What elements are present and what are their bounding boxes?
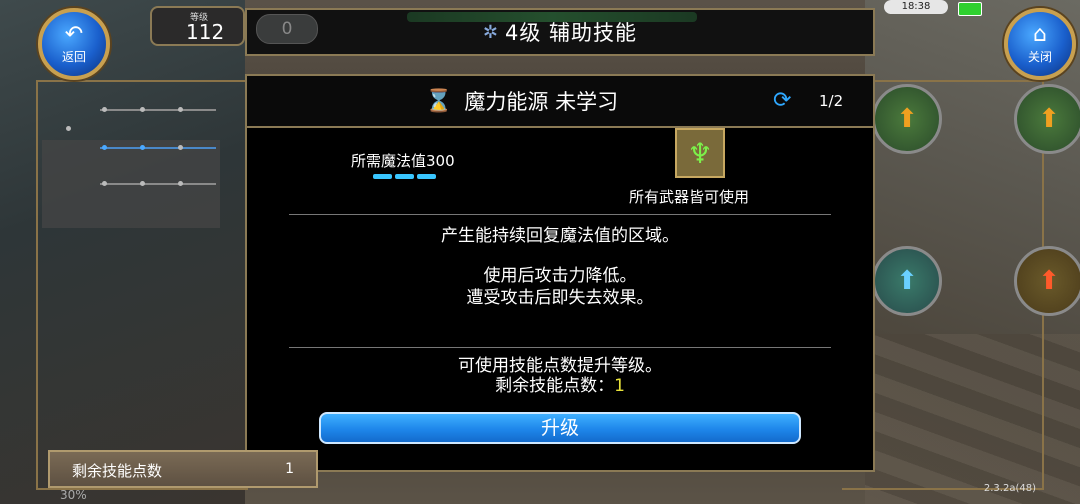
level-box: 等级 112 <box>150 6 245 46</box>
page-indicator: 1/2 <box>819 92 844 110</box>
page-title-text: 4级 辅助技能 <box>505 21 638 45</box>
description-line: 遭受攻击后即失去效果。 <box>466 288 654 308</box>
skill-tree-line <box>100 109 216 111</box>
skill-tree-node[interactable] <box>140 107 145 112</box>
skill-name: 魔力能源 未学习 <box>464 90 619 114</box>
dialog-header: ⌛ 魔力能源 未学习 ⟳ 1/2 <box>247 76 873 128</box>
percent-text: 30% <box>60 488 87 502</box>
skill-tree-node[interactable] <box>102 107 107 112</box>
skill-icon-buff[interactable]: ⬆ <box>1014 246 1080 316</box>
page-title: ✲ 4级 辅助技能 <box>483 17 637 47</box>
mp-bars <box>373 174 436 179</box>
skill-tree-node[interactable] <box>178 181 183 186</box>
skill-tree-node[interactable] <box>140 181 145 186</box>
level-value: 112 <box>186 20 225 44</box>
description-line: 产生能持续回复魔法值的区域。 <box>441 226 679 246</box>
remaining-points-label: 剩余技能点数： <box>495 376 615 396</box>
divider <box>289 347 831 348</box>
skill-tree-node[interactable] <box>102 145 107 150</box>
skill-icon-buff[interactable]: ⬆ <box>872 84 942 154</box>
back-arrow-icon: ↶ <box>64 21 84 47</box>
close-button-label: 关闭 <box>1027 49 1052 64</box>
battery-icon <box>958 2 982 16</box>
skill-tree-line <box>100 147 216 149</box>
mp-requirement: 所需魔法值300 <box>351 152 455 170</box>
clock: 18:38 <box>884 0 948 14</box>
skill-icon-buff[interactable]: ⬆ <box>872 246 942 316</box>
remaining-points-panel[interactable]: 剩余技能点数 1 <box>48 450 318 488</box>
back-button-label: 返回 <box>61 49 86 64</box>
sparkle-icon: ✲ <box>482 21 500 43</box>
skill-tree-node[interactable] <box>178 145 183 150</box>
close-button[interactable]: ⌂ 关闭 <box>1004 8 1076 80</box>
counter-box: 0 <box>256 14 318 44</box>
skill-tree-node <box>66 126 71 131</box>
remaining-points-value: 1 <box>614 376 625 396</box>
skill-tree-node[interactable] <box>178 107 183 112</box>
skill-icon-buff[interactable]: ⬆ <box>1014 84 1080 154</box>
remaining-points-panel-count: 1 <box>285 461 294 477</box>
remaining-points-line: 剩余技能点数：1 <box>247 376 873 396</box>
remaining-points-panel-label: 剩余技能点数 <box>72 462 163 480</box>
title-bar: ✲ 4级 辅助技能 <box>245 8 875 56</box>
skill-title: ⌛ 魔力能源 未学习 <box>425 86 618 116</box>
home-icon: ⌂ <box>1033 21 1047 47</box>
skill-tree-node[interactable] <box>140 145 145 150</box>
upgrade-button[interactable]: 升级 <box>319 412 801 444</box>
divider <box>289 214 831 215</box>
person-icon: ♆ <box>675 128 725 178</box>
skill-tree-node[interactable] <box>102 181 107 186</box>
description-line: 使用后攻击力降低。 <box>483 266 637 286</box>
refresh-icon[interactable]: ⟳ <box>773 88 791 113</box>
upgrade-hint: 可使用技能点数提升等级。 <box>458 356 662 376</box>
skill-dialog: ⌛ 魔力能源 未学习 ⟳ 1/2 所需魔法值300 ♆ 所有武器皆可使用 产生能… <box>245 74 875 472</box>
version-text: 2.3.2a(48) <box>983 483 1036 494</box>
back-button[interactable]: ↶ 返回 <box>38 8 110 80</box>
hourglass-icon: ⌛ <box>425 88 453 114</box>
weapon-requirement: 所有武器皆可使用 <box>629 188 750 206</box>
skill-tree-line <box>100 183 216 185</box>
